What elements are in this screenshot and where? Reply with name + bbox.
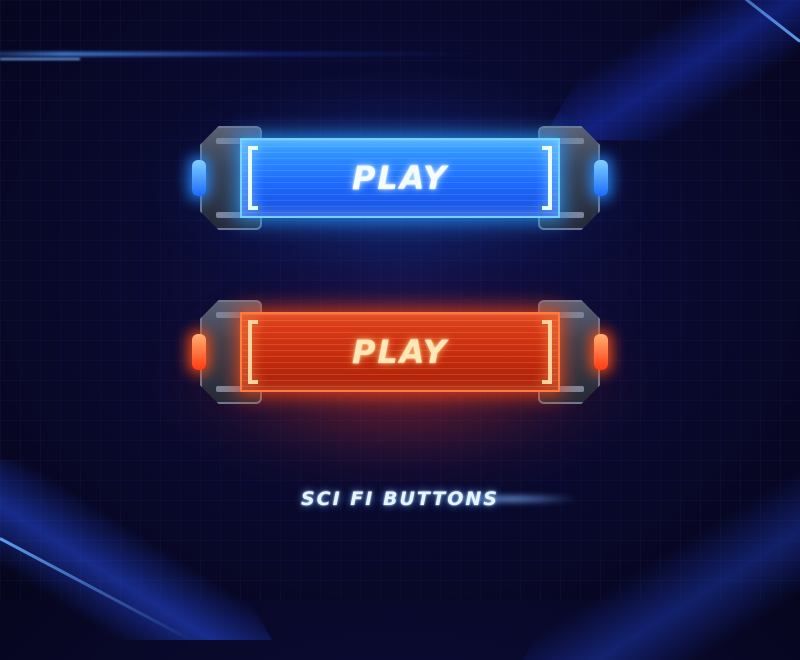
light-nub-right bbox=[594, 334, 608, 370]
light-nub-right bbox=[594, 160, 608, 196]
light-nub-left bbox=[192, 334, 206, 370]
button-panel[interactable]: PLAY bbox=[240, 138, 560, 218]
sci-fi-buttons-screen: { "buttons": { "blue": { "label": "PLAY"… bbox=[0, 0, 800, 660]
light-streak-top-left-accent bbox=[0, 58, 80, 60]
light-nub-left bbox=[192, 160, 206, 196]
play-button-blue[interactable]: PLAY bbox=[160, 106, 640, 260]
play-label: PLAY bbox=[351, 333, 449, 371]
button-panel[interactable]: PLAY bbox=[240, 312, 560, 392]
caption-title: SCI FI BUTTONS bbox=[301, 488, 499, 510]
light-streak-top-left bbox=[0, 52, 480, 56]
play-button-red[interactable]: PLAY bbox=[160, 300, 640, 464]
play-label: PLAY bbox=[351, 159, 449, 197]
